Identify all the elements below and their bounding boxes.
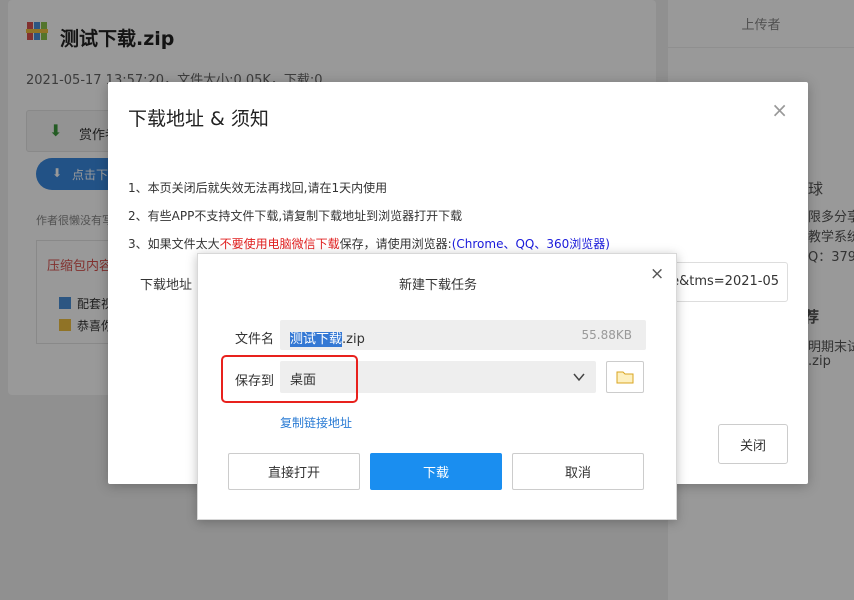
notice-line-3: 3、如果文件太大不要使用电脑微信下载保存，请使用浏览器:(Chrome、QQ、3… <box>128 235 610 252</box>
file-size: 55.88KB <box>581 328 632 342</box>
save-to-highlight-box <box>221 355 358 403</box>
filename-input[interactable]: 测试下载.zip 55.88KB <box>280 320 646 350</box>
new-download-task-dialog: 新建下载任务 × 文件名 测试下载.zip 55.88KB 保存到 桌面 复制链… <box>197 253 677 520</box>
close-button[interactable]: 关闭 <box>718 424 788 464</box>
filename-extension: .zip <box>342 332 365 347</box>
close-icon[interactable]: × <box>771 98 788 122</box>
modal-title: 下载地址 & 须知 <box>128 108 269 130</box>
copy-link-address[interactable]: 复制链接地址 <box>280 414 352 431</box>
download-address-label: 下载地址 <box>140 278 193 293</box>
notice-line-2: 2、有些APP不支持文件下载,请复制下载地址到浏览器打开下载 <box>128 209 463 223</box>
chevron-down-icon <box>573 373 585 382</box>
cancel-button[interactable]: 取消 <box>512 453 644 490</box>
browser-list-text: (Chrome、QQ、360浏览器) <box>451 237 610 251</box>
open-directly-button[interactable]: 直接打开 <box>228 453 360 490</box>
browse-folder-button[interactable] <box>606 361 644 393</box>
folder-icon <box>616 371 634 384</box>
notice-text: 保存，请使用浏览器: <box>339 237 452 251</box>
close-icon[interactable]: × <box>650 264 664 284</box>
filename-label: 文件名 <box>235 332 275 347</box>
download-address-value: e&tms=2021-05 <box>671 274 779 289</box>
filename-value: 测试下载.zip <box>290 328 365 347</box>
notice-warning-text: 不要使用电脑微信下载 <box>219 237 340 251</box>
notice-text: 3、如果文件太大 <box>128 237 220 251</box>
dialog-title: 新建下载任务 <box>398 278 477 293</box>
filename-selected-text: 测试下载 <box>290 332 343 347</box>
download-button[interactable]: 下载 <box>370 453 502 490</box>
notice-line-1: 1、本页关闭后就失效无法再找回,请在1天内使用 <box>128 181 388 195</box>
